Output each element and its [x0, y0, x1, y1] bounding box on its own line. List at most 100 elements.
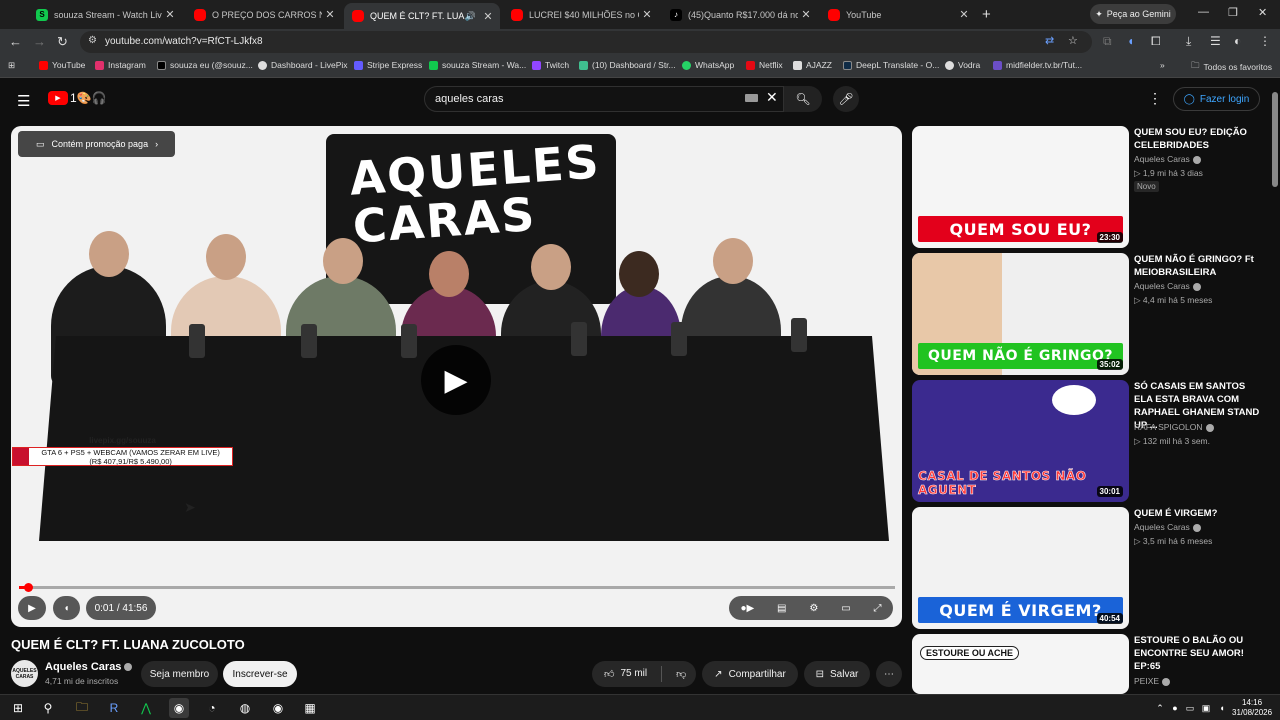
- bookmark-youtube[interactable]: YouTube: [39, 60, 85, 70]
- search-input[interactable]: aqueles caras: [435, 93, 504, 105]
- back-icon[interactable]: ←: [9, 34, 22, 49]
- recommendation-title[interactable]: QUEM NÃO É GRINGO? Ft MEIOBRASILEIRA: [1134, 253, 1262, 279]
- close-icon[interactable]: ✕: [322, 8, 338, 21]
- settings-gear-icon[interactable]: ⚙: [809, 603, 818, 614]
- menu-icon[interactable]: ⋮: [1259, 34, 1271, 48]
- close-icon[interactable]: ✕: [639, 8, 655, 21]
- new-tab-button[interactable]: +: [982, 6, 991, 23]
- recommendation-title[interactable]: ESTOURE O BALÃO OU ENCONTRE SEU AMOR! EP…: [1134, 634, 1262, 673]
- discord-icon[interactable]: ◔: [202, 698, 222, 718]
- puzzle-icon[interactable]: ⧠: [1151, 34, 1161, 49]
- volume-button[interactable]: ◖: [53, 596, 80, 620]
- tab-quem-e-clt[interactable]: QUEM É CLT? FT. LUANA ZU 🔊 ✕: [344, 3, 500, 29]
- bookmark-twitch[interactable]: Twitch: [532, 60, 569, 70]
- calculator-icon[interactable]: ▦: [300, 698, 320, 718]
- save-button[interactable]: ⊟ Salvar: [804, 661, 870, 687]
- windows-start-icon[interactable]: ⊞: [8, 698, 28, 718]
- close-icon[interactable]: ✕: [162, 8, 178, 21]
- recommendation-title[interactable]: QUEM É VIRGEM?: [1134, 507, 1262, 520]
- like-button[interactable]: 👍︎ 75 mil: [604, 668, 647, 680]
- dislike-button[interactable]: 👎︎: [676, 668, 686, 680]
- clear-search-icon[interactable]: ✕: [766, 89, 778, 106]
- tab-lucrei[interactable]: LUCREI $40 MILHÕES no GTA R ✕: [503, 4, 659, 25]
- profile-icon[interactable]: ◐: [1234, 34, 1241, 48]
- recommendation-channel[interactable]: Aqueles Caras: [1134, 522, 1201, 532]
- tab-tiktok[interactable]: ♪ (45)Quanto R$17.000 dá nos E ✕: [662, 4, 818, 25]
- bookmark-ajazz[interactable]: AJAZZ: [793, 60, 832, 70]
- media-icon[interactable]: ☰: [1210, 34, 1221, 48]
- progress-bar[interactable]: [19, 583, 895, 592]
- recommendation-title[interactable]: QUEM SOU EU? EDIÇÃO CELEBRIDADES: [1134, 126, 1262, 152]
- restore-icon[interactable]: ❐: [1228, 6, 1238, 19]
- recommendation-card[interactable]: QUEM NÃO É GRINGO? 35:02 QUEM NÃO É GRIN…: [912, 253, 1267, 375]
- video-thumbnail[interactable]: QUEM NÃO É GRINGO? 35:02: [912, 253, 1129, 375]
- join-button[interactable]: Seja membro: [141, 661, 218, 687]
- speaker-icon[interactable]: 🔊: [465, 11, 476, 22]
- chrome-icon[interactable]: ◉: [268, 698, 288, 718]
- obs-icon[interactable]: ◍: [235, 698, 255, 718]
- bookmark-instagram[interactable]: Instagram: [95, 60, 146, 70]
- tab-souuza[interactable]: S souuza Stream - Watch Live on ✕: [28, 4, 182, 25]
- settings-menu-icon[interactable]: ⋮: [1148, 90, 1162, 107]
- subscribe-button[interactable]: Inscrever-se: [223, 661, 297, 687]
- reload-icon[interactable]: ↻: [57, 34, 68, 50]
- gemini-button[interactable]: ✦ Peça ao Gemini: [1090, 4, 1176, 24]
- address-bar[interactable]: ⚙ youtube.com/watch?v=RfCT-LJkfx8 ⇄ ☆: [80, 31, 1092, 53]
- youtube-logo[interactable]: ▶ 1🎨🎧: [48, 91, 107, 105]
- translate-icon[interactable]: ⇄: [1045, 34, 1054, 47]
- window-close-icon[interactable]: ✕: [1258, 6, 1267, 19]
- bookmark-vodra[interactable]: Vodra: [945, 60, 980, 70]
- page-scrollbar[interactable]: [1270, 82, 1280, 694]
- bookmark-deepl[interactable]: DeepL Translate - O...: [843, 60, 939, 70]
- file-explorer-icon[interactable]: 🗀: [72, 698, 92, 718]
- more-actions-button[interactable]: ⋯: [876, 661, 902, 687]
- recommendation-channel[interactable]: RAFA SPIGOLON: [1134, 422, 1214, 432]
- search-box[interactable]: aqueles caras ✕: [424, 86, 784, 112]
- apps-icon[interactable]: ⊞: [8, 60, 15, 71]
- video-thumbnail[interactable]: CASAL DE SANTOS NÃO AGUENT 30:01: [912, 380, 1129, 502]
- hamburger-menu-icon[interactable]: ☰: [17, 92, 30, 110]
- share-button[interactable]: ↗ Compartilhar: [702, 661, 798, 687]
- scrubber-handle[interactable]: [23, 583, 33, 592]
- remote-desktop-icon[interactable]: R: [104, 698, 124, 718]
- close-icon[interactable]: ✕: [480, 10, 496, 23]
- keyboard-icon[interactable]: [745, 94, 758, 102]
- tab-preco-carros[interactable]: O PREÇO DOS CARROS NOS E... ✕: [186, 4, 342, 25]
- close-icon[interactable]: ✕: [956, 8, 972, 21]
- video-player[interactable]: AQUELES CARAS ▭ Contém promoção paga › ▶…: [11, 126, 902, 627]
- play-button[interactable]: ▶: [18, 596, 46, 620]
- theater-mode-icon[interactable]: ▭: [841, 603, 850, 614]
- system-clock[interactable]: 14:16 31/08/2026: [1232, 698, 1272, 718]
- bookmark-dashboard[interactable]: (10) Dashboard / Str...: [579, 60, 676, 70]
- bookmark-midfielder[interactable]: midfielder.tv.br/Tut...: [993, 60, 1082, 70]
- extension-icon[interactable]: ⧉: [1103, 34, 1112, 49]
- bookmark-netflix[interactable]: Netflix: [746, 60, 783, 70]
- recommendation-channel[interactable]: PEIXE: [1134, 676, 1171, 686]
- channel-name[interactable]: Aqueles Caras: [45, 661, 133, 673]
- close-icon[interactable]: ✕: [798, 8, 814, 21]
- scrollbar-thumb[interactable]: [1272, 92, 1278, 187]
- login-button[interactable]: ◯ Fazer login: [1173, 87, 1260, 111]
- all-favorites[interactable]: 🗀 Todos os favoritos: [1191, 60, 1272, 74]
- autoplay-toggle-icon[interactable]: ●▶: [740, 603, 754, 614]
- paid-promotion-label[interactable]: ▭ Contém promoção paga ›: [18, 131, 175, 157]
- minimize-icon[interactable]: —: [1198, 6, 1209, 18]
- audio-icon[interactable]: ◖: [1127, 34, 1134, 48]
- recommendation-channel[interactable]: Aqueles Caras: [1134, 281, 1201, 291]
- download-icon[interactable]: ⤓: [1186, 34, 1191, 49]
- recommendation-channel[interactable]: Aqueles Caras: [1134, 154, 1201, 164]
- tray-volume-icon[interactable]: ◖: [1212, 698, 1232, 718]
- video-thumbnail[interactable]: ESTOURE OU ACHE: [912, 634, 1129, 694]
- site-info-icon[interactable]: ⚙: [88, 35, 97, 46]
- fullscreen-icon[interactable]: ⤢: [874, 603, 882, 614]
- bookmark-stripe[interactable]: Stripe Express: [354, 60, 422, 70]
- forward-icon[interactable]: →: [33, 34, 46, 49]
- bookmark-x[interactable]: souuza eu (@souuz...: [157, 60, 253, 70]
- recommendation-card[interactable]: QUEM É VIRGEM? 40:54 QUEM É VIRGEM? Aque…: [912, 507, 1267, 629]
- bookmark-livepix[interactable]: Dashboard - LivePix: [258, 60, 348, 70]
- bookmark-star-icon[interactable]: ☆: [1068, 34, 1078, 47]
- video-thumbnail[interactable]: QUEM SOU EU? 23:30: [912, 126, 1129, 248]
- recommendation-card[interactable]: CASAL DE SANTOS NÃO AGUENT 30:01 SÓ CASA…: [912, 380, 1267, 502]
- chrome-icon[interactable]: ◉: [169, 698, 189, 718]
- recommendation-card[interactable]: QUEM SOU EU? 23:30 QUEM SOU EU? EDIÇÃO C…: [912, 126, 1267, 248]
